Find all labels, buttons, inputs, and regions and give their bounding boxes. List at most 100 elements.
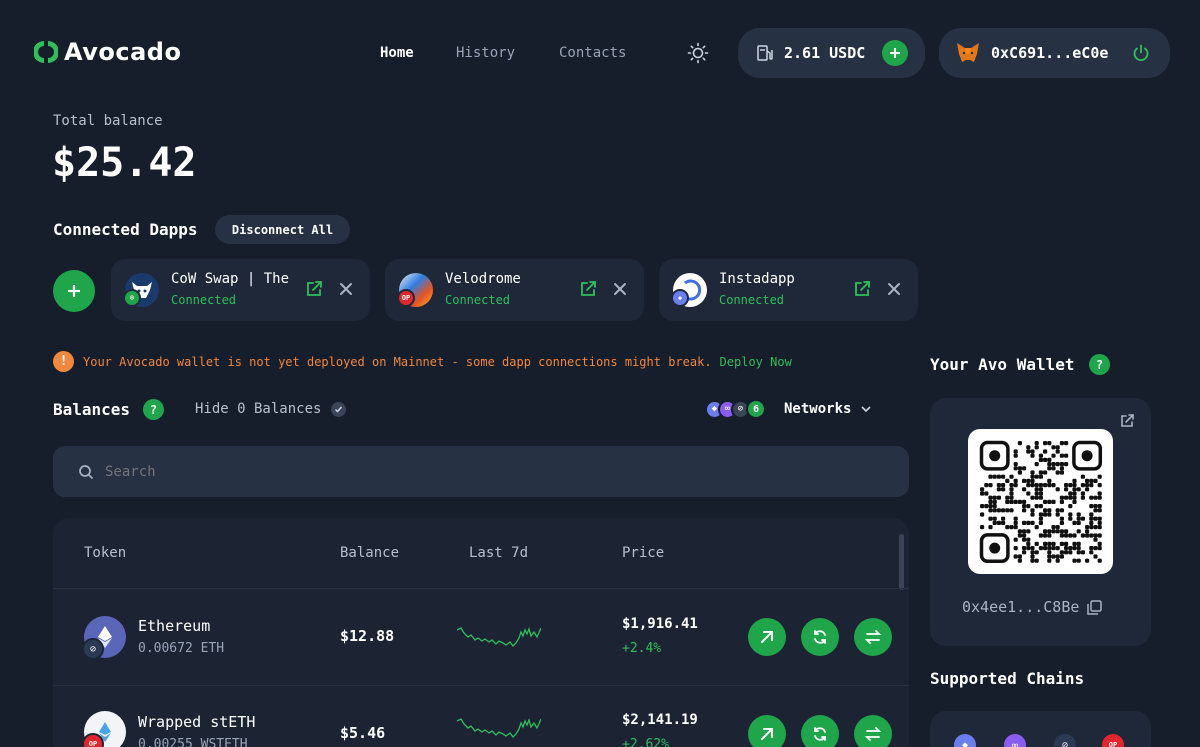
supported-chains-title: Supported Chains [930, 669, 1085, 688]
wallet-qr-code [968, 429, 1113, 574]
send-button[interactable] [748, 618, 786, 656]
sparkline-chart [457, 717, 541, 738]
close-icon[interactable] [338, 280, 354, 298]
deploy-warning: ! Your Avocado wallet is not yet deploye… [53, 351, 792, 372]
balances-title: Balances [53, 400, 131, 419]
avo-wallet-title: Your Avo Wallet [930, 355, 1075, 374]
table-row[interactable]: OP Wrapped stETH 0.00255 WSTETH $5.46 $2… [53, 686, 909, 747]
external-link-icon[interactable] [1119, 413, 1135, 429]
metamask-fox-icon [957, 43, 979, 62]
warning-text: Your Avocado wallet is not yet deployed … [83, 354, 712, 369]
hide-zero-toggle[interactable]: Hide 0 Balances [195, 401, 347, 417]
account-pill[interactable]: 0xC691...eC0e [939, 28, 1170, 78]
dapp-card-velodrome[interactable]: OP Velodrome Connected [385, 259, 644, 321]
arbitrum-badge-icon: ⊘ [82, 638, 104, 660]
token-amount: 0.00255 WSTETH [138, 737, 248, 747]
send-button[interactable] [748, 715, 786, 747]
dapp-card-instadapp[interactable]: ◆ Instadapp Connected [659, 259, 918, 321]
optimism-chain-icon[interactable]: OP [1102, 734, 1124, 747]
search-icon [79, 464, 94, 479]
connected-dapps-title: Connected Dapps [53, 220, 198, 239]
total-balance-label: Total balance [53, 113, 163, 129]
plus-icon [890, 48, 900, 58]
close-icon[interactable] [612, 280, 628, 298]
dapp-status: Connected [171, 293, 237, 307]
bridge-button[interactable] [854, 618, 892, 656]
brand-logo[interactable]: Avocado [34, 38, 181, 66]
refresh-icon [814, 630, 826, 644]
balances-table: Token Balance Last 7d Price ⊘ Ethereum 0… [53, 518, 909, 747]
column-header-last7d: Last 7d [469, 545, 529, 561]
dapp-status: Connected [445, 293, 511, 307]
disconnect-all-button[interactable]: Disconnect All [215, 215, 350, 244]
supported-chains-card: ◆ ∞ ⊘ OP [930, 711, 1151, 747]
power-icon[interactable] [1132, 44, 1150, 62]
price-change: +2.62% [622, 737, 669, 747]
qr-code-icon [979, 440, 1103, 564]
swap-button[interactable] [801, 618, 839, 656]
bridge-button[interactable] [854, 715, 892, 747]
account-address: 0xC691...eC0e [991, 44, 1109, 62]
transfer-arrows-icon [865, 630, 881, 644]
brand-name: Avocado [64, 38, 182, 66]
help-icon[interactable]: ? [1089, 354, 1110, 375]
sparkline-chart [457, 626, 541, 647]
deploy-now-link[interactable]: Deploy Now [720, 355, 792, 369]
hide-zero-label: Hide 0 Balances [195, 401, 322, 417]
warning-icon: ! [53, 351, 74, 372]
dapp-status: Connected [719, 293, 785, 307]
sun-icon [687, 42, 709, 64]
copy-icon[interactable] [1087, 599, 1103, 615]
help-icon[interactable]: ? [143, 399, 164, 420]
theme-toggle[interactable] [687, 42, 709, 68]
table-scrollbar[interactable] [899, 534, 904, 590]
nav-history[interactable]: History [456, 45, 515, 61]
arrow-up-right-icon [761, 631, 773, 643]
refresh-icon [814, 727, 826, 741]
polygon-chain-icon[interactable]: ∞ [1004, 734, 1026, 747]
external-link-icon[interactable] [305, 280, 323, 298]
column-header-balance: Balance [340, 545, 400, 561]
network-count-badge: 6 [746, 399, 766, 419]
token-amount: 0.00672 ETH [138, 641, 225, 656]
add-gas-button[interactable] [882, 40, 908, 66]
total-balance-value: $25.42 [52, 140, 197, 186]
dapp-name: Velodrome [445, 271, 521, 287]
external-link-icon[interactable] [853, 280, 871, 298]
token-balance: $12.88 [340, 627, 395, 645]
network-badge-icon: ⌾ [123, 289, 141, 307]
column-header-token: Token [84, 545, 127, 561]
external-link-icon[interactable] [579, 280, 597, 298]
transfer-arrows-icon [865, 727, 881, 741]
column-header-price: Price [622, 545, 665, 561]
price-change: +2.4% [622, 641, 662, 656]
gas-pump-icon [757, 45, 773, 61]
networks-selector[interactable]: ◆ ∞ ⊘ 6 Networks [705, 399, 872, 419]
check-icon [331, 401, 347, 417]
gas-balance-pill[interactable]: 2.61 USDC [738, 28, 925, 78]
nav-home[interactable]: Home [380, 45, 414, 61]
arrow-up-right-icon [761, 728, 773, 740]
search-bar[interactable] [53, 446, 909, 497]
ethereum-badge-icon: ◆ [671, 289, 689, 307]
table-row[interactable]: ⊘ Ethereum 0.00672 ETH $12.88 $1,916.41 … [53, 589, 909, 685]
token-name: Wrapped stETH [138, 713, 256, 731]
arbitrum-chain-icon[interactable]: ⊘ [1054, 734, 1076, 747]
close-icon[interactable] [886, 280, 902, 298]
nav-contacts[interactable]: Contacts [559, 45, 626, 61]
dapp-card-cowswap[interactable]: ⌾ CoW Swap | The Connected [111, 259, 370, 321]
gas-balance: 2.61 USDC [784, 44, 866, 62]
optimism-badge-icon: OP [397, 289, 415, 307]
chevron-down-icon [861, 406, 872, 413]
avocado-logo-icon [34, 41, 58, 63]
search-input[interactable] [105, 463, 805, 480]
swap-button[interactable] [801, 715, 839, 747]
ethereum-chain-icon[interactable]: ◆ [954, 734, 976, 747]
dapp-name: CoW Swap | The [171, 271, 290, 287]
wallet-card: 0x4ee1...C8Be [930, 398, 1151, 646]
token-price: $2,141.19 [622, 712, 698, 728]
dapp-name: Instadapp [719, 271, 795, 287]
wallet-address-row[interactable]: 0x4ee1...C8Be [962, 598, 1103, 616]
add-dapp-button[interactable] [53, 270, 95, 312]
token-balance: $5.46 [340, 724, 386, 742]
